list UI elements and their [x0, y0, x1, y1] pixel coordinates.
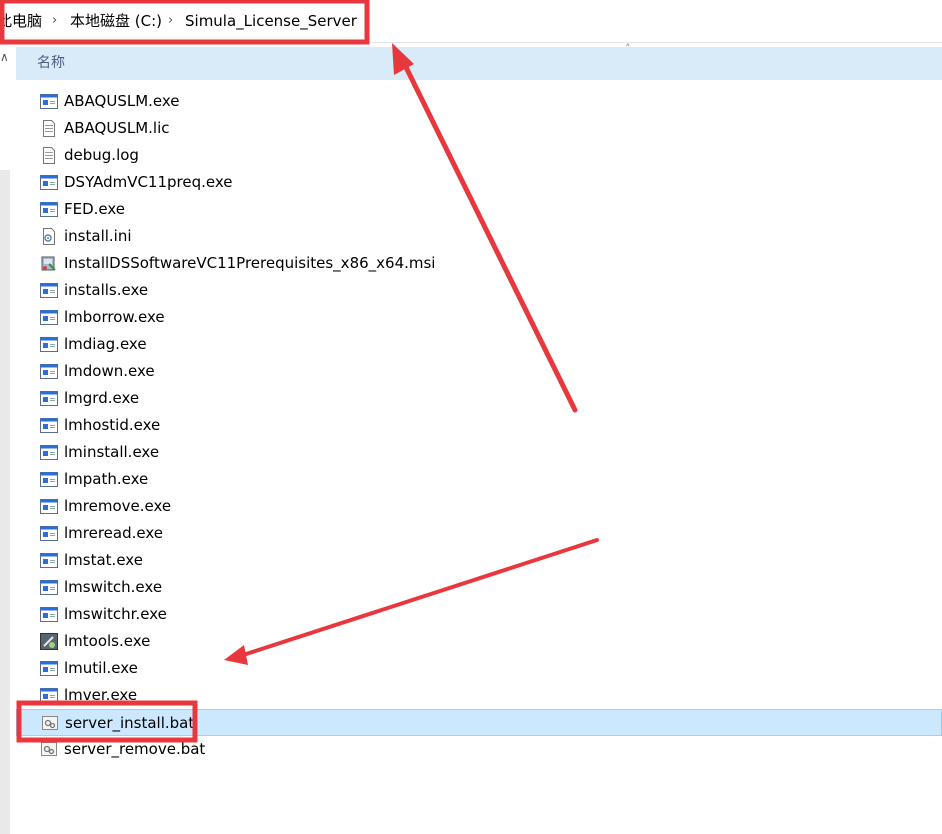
- batch-file-icon: [41, 715, 59, 732]
- file-row[interactable]: lmutil.exe: [16, 655, 942, 682]
- breadcrumb-chevron-icon[interactable]: ›: [52, 0, 57, 42]
- file-row[interactable]: debug.log: [16, 142, 942, 169]
- file-row[interactable]: lmpath.exe: [16, 466, 942, 493]
- breadcrumb-current-folder[interactable]: Simula_License_Server: [185, 0, 357, 42]
- breadcrumb-chevron-icon[interactable]: ›: [168, 0, 173, 42]
- file-name: ABAQUSLM.lic: [64, 119, 170, 137]
- exe-icon: [40, 417, 58, 434]
- column-header-row: 名称 ˄: [16, 42, 942, 80]
- exe-icon: [40, 282, 58, 299]
- exe-icon: [40, 93, 58, 110]
- file-row[interactable]: lminstall.exe: [16, 439, 942, 466]
- batch-file-icon: [40, 741, 58, 758]
- file-name: lmborrow.exe: [64, 308, 165, 326]
- exe-icon: [40, 606, 58, 623]
- file-row[interactable]: lmreread.exe: [16, 520, 942, 547]
- file-row[interactable]: lmborrow.exe: [16, 304, 942, 331]
- file-row[interactable]: ABAQUSLM.exe: [16, 88, 942, 115]
- file-row[interactable]: InstallDSSoftwareVC11Prerequisites_x86_x…: [16, 250, 942, 277]
- file-row[interactable]: lmremove.exe: [16, 493, 942, 520]
- file-name: lmver.exe: [64, 686, 138, 704]
- file-name: lmhostid.exe: [64, 416, 161, 434]
- file-row[interactable]: lmver.exe: [16, 682, 942, 709]
- exe-icon: [40, 174, 58, 191]
- file-name: debug.log: [64, 146, 139, 164]
- file-name: lmremove.exe: [64, 497, 172, 515]
- navigation-scrollbar[interactable]: [0, 170, 10, 834]
- file-row[interactable]: lmtools.exe: [16, 628, 942, 655]
- breadcrumb-local-disk[interactable]: 本地磁盘 (C:): [70, 0, 162, 42]
- exe-icon: [40, 660, 58, 677]
- chevron-up-icon[interactable]: ∧: [0, 50, 9, 64]
- text-file-icon: [40, 120, 58, 137]
- exe-icon: [40, 525, 58, 542]
- file-row[interactable]: DSYAdmVC11preq.exe: [16, 169, 942, 196]
- file-row[interactable]: install.ini: [16, 223, 942, 250]
- breadcrumb-this-pc[interactable]: 此电脑: [0, 0, 42, 42]
- file-name: server_install.bat: [65, 714, 195, 732]
- exe-icon: [40, 444, 58, 461]
- navigation-pane: ∧: [0, 42, 14, 834]
- file-name: InstallDSSoftwareVC11Prerequisites_x86_x…: [64, 254, 436, 272]
- file-row[interactable]: lmhostid.exe: [16, 412, 942, 439]
- msi-installer-icon: [40, 255, 58, 272]
- column-header-name[interactable]: 名称: [37, 47, 65, 80]
- file-name: lmswitchr.exe: [64, 605, 167, 623]
- file-name: lmreread.exe: [64, 524, 164, 542]
- file-row[interactable]: lmdiag.exe: [16, 331, 942, 358]
- text-file-icon: [40, 147, 58, 164]
- file-name: lmutil.exe: [64, 659, 138, 677]
- file-name: lmgrd.exe: [64, 389, 140, 407]
- file-row[interactable]: ABAQUSLM.lic: [16, 115, 942, 142]
- file-name: ABAQUSLM.exe: [64, 92, 180, 110]
- file-name: lmdown.exe: [64, 362, 155, 380]
- file-row[interactable]: lmgrd.exe: [16, 385, 942, 412]
- exe-icon: [40, 687, 58, 704]
- file-row[interactable]: server_install.bat: [16, 709, 942, 736]
- exe-icon: [40, 363, 58, 380]
- file-row[interactable]: server_remove.bat: [16, 736, 942, 763]
- file-name: FED.exe: [64, 200, 126, 218]
- file-name: lmpath.exe: [64, 470, 149, 488]
- file-name: lmstat.exe: [64, 551, 143, 569]
- file-name: lmswitch.exe: [64, 578, 163, 596]
- exe-icon: [40, 498, 58, 515]
- settings-file-icon: [40, 228, 58, 245]
- lmtools-icon: [40, 633, 58, 650]
- file-row[interactable]: lmswitch.exe: [16, 574, 942, 601]
- exe-icon: [40, 579, 58, 596]
- file-name: lmtools.exe: [64, 632, 151, 650]
- file-row[interactable]: lmstat.exe: [16, 547, 942, 574]
- exe-icon: [40, 390, 58, 407]
- file-name: lminstall.exe: [64, 443, 160, 461]
- file-row[interactable]: lmdown.exe: [16, 358, 942, 385]
- file-name: DSYAdmVC11preq.exe: [64, 173, 233, 191]
- exe-icon: [40, 201, 58, 218]
- exe-icon: [40, 471, 58, 488]
- file-row[interactable]: FED.exe: [16, 196, 942, 223]
- address-breadcrumb-bar: 此电脑 › 本地磁盘 (C:) › Simula_License_Server: [0, 0, 942, 43]
- file-row[interactable]: installs.exe: [16, 277, 942, 304]
- file-row[interactable]: lmswitchr.exe: [16, 601, 942, 628]
- file-name: lmdiag.exe: [64, 335, 147, 353]
- file-name: installs.exe: [64, 281, 149, 299]
- sort-ascending-icon: ˄: [625, 42, 631, 55]
- file-name: server_remove.bat: [64, 740, 206, 758]
- exe-icon: [40, 552, 58, 569]
- exe-icon: [40, 309, 58, 326]
- exe-icon: [40, 336, 58, 353]
- file-name: install.ini: [64, 227, 132, 245]
